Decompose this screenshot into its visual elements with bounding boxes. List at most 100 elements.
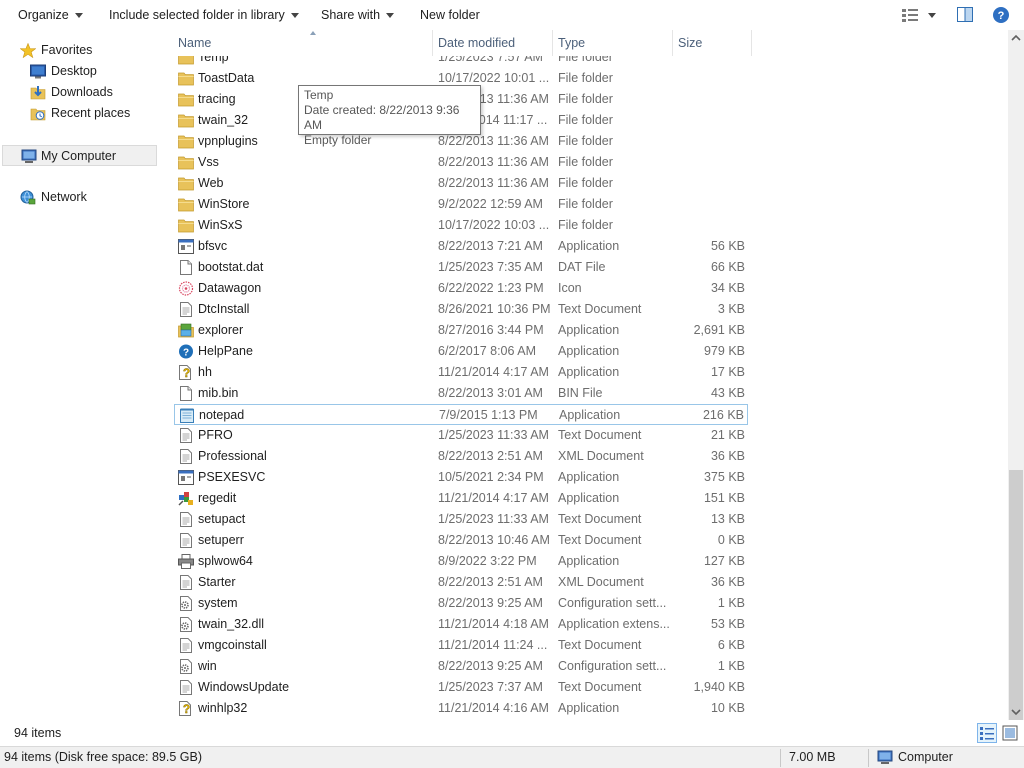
nav-downloads[interactable]: Downloads xyxy=(0,82,150,103)
nav-my-computer[interactable]: My Computer xyxy=(2,145,157,166)
file-size: 10 KB xyxy=(710,701,745,715)
file-date: 11/21/2014 4:18 AM xyxy=(438,617,549,631)
file-name: Vss xyxy=(198,155,219,169)
new-folder-label: New folder xyxy=(420,8,480,22)
file-row[interactable]: Vss 8/22/2013 11:36 AM File folder xyxy=(174,152,748,173)
help-icon: ? xyxy=(993,7,1009,23)
notepad-icon xyxy=(179,408,195,423)
include-in-library-button[interactable]: Include selected folder in library xyxy=(109,0,299,30)
svg-text:?: ? xyxy=(183,702,190,716)
column-header-size[interactable]: Size xyxy=(673,30,752,56)
nav-desktop[interactable]: Desktop xyxy=(0,61,150,82)
file-name: tracing xyxy=(198,92,236,106)
nav-recent-places[interactable]: Recent places xyxy=(0,103,150,124)
folder-icon xyxy=(178,176,194,191)
file-row[interactable]: mib.bin 8/22/2013 3:01 AM BIN File 43 KB xyxy=(174,383,748,404)
file-type: XML Document xyxy=(558,575,644,589)
file-row[interactable]: system 8/22/2013 9:25 AM Configuration set… xyxy=(174,593,748,614)
file-icon xyxy=(178,260,194,275)
file-row[interactable]: win 8/22/2013 9:25 AM Configuration sett..… xyxy=(174,656,748,677)
file-row[interactable]: setupact 1/25/2023 11:33 AM Text Document 1… xyxy=(174,509,748,530)
file-row[interactable]: PFRO 1/25/2023 11:33 AM Text Document 21 KB xyxy=(174,425,748,446)
recent-places-icon xyxy=(30,108,46,121)
svg-text:?: ? xyxy=(183,366,190,380)
file-size: 43 KB xyxy=(710,386,745,400)
text-icon xyxy=(178,512,194,527)
nav-recent-label: Recent places xyxy=(51,106,131,120)
file-date: 8/9/2022 3:22 PM xyxy=(438,554,537,568)
file-name: WinStore xyxy=(198,197,250,211)
file-type: Application xyxy=(558,554,620,568)
file-row[interactable]: PSEXESVC 10/5/2021 2:34 PM Application 375 … xyxy=(174,467,748,488)
explorer-icon xyxy=(178,323,194,338)
item-count: 94 items xyxy=(14,726,62,740)
file-row[interactable]: WinSxS 10/17/2022 10:03 ... File folder xyxy=(174,215,748,236)
file-date: 11/21/2014 4:17 AM xyxy=(438,491,549,505)
file-name: bootstat.dat xyxy=(198,260,264,274)
help-button[interactable]: ? xyxy=(992,6,1010,24)
file-row[interactable]: Web 8/22/2013 11:36 AM File folder xyxy=(174,173,748,194)
nav-network[interactable]: Network xyxy=(0,187,150,208)
file-name: setuperr xyxy=(198,533,244,547)
file-row[interactable]: ? HelpPane 6/2/2017 8:06 AM Application 979 … xyxy=(174,341,748,362)
file-row[interactable]: DtcInstall 8/26/2021 10:36 PM Text Documen… xyxy=(174,299,748,320)
file-name: ToastData xyxy=(198,71,255,85)
svg-text:?: ? xyxy=(998,10,1005,22)
file-row[interactable]: explorer 8/27/2016 3:44 PM Application 2,69… xyxy=(174,320,748,341)
change-view-button[interactable] xyxy=(900,6,940,24)
organize-button[interactable]: Organize xyxy=(18,0,83,30)
scrollbar-thumb[interactable] xyxy=(1009,470,1023,722)
file-size: 34 KB xyxy=(710,281,745,295)
downloads-icon xyxy=(30,86,46,100)
large-icons-view-button[interactable] xyxy=(1000,723,1020,743)
file-row[interactable]: Starter 8/22/2013 2:51 AM XML Document 36 K… xyxy=(174,572,748,593)
column-header-date[interactable]: Date modified xyxy=(433,30,553,56)
file-row[interactable]: bfsvc 8/22/2013 7:21 AM Application 56 KB xyxy=(174,236,748,257)
svg-text:?: ? xyxy=(183,348,189,359)
share-with-button[interactable]: Share with xyxy=(321,0,395,30)
file-size: 66 KB xyxy=(710,260,745,274)
file-row[interactable]: setuperr 8/22/2013 10:46 AM Text Document 0… xyxy=(174,530,748,551)
chevron-down-icon xyxy=(386,13,395,19)
file-name: notepad xyxy=(199,408,245,422)
vertical-scrollbar[interactable] xyxy=(1008,30,1024,722)
file-row[interactable]: Datawagon 6/22/2022 1:23 PM Icon 34 KB xyxy=(174,278,748,299)
file-row[interactable]: Professional 8/22/2013 2:51 AM XML Documen… xyxy=(174,446,748,467)
file-row[interactable]: WinStore 9/2/2022 12:59 AM File folder xyxy=(174,194,748,215)
nav-favorites[interactable]: Favorites xyxy=(0,40,150,61)
file-date: 11/21/2014 11:24 ... xyxy=(438,638,548,652)
file-row[interactable]: regedit 11/21/2014 4:17 AM Application 151 … xyxy=(174,488,748,509)
file-row[interactable]: ? hh 11/21/2014 4:17 AM Application 17 KB xyxy=(174,362,748,383)
file-row[interactable]: notepad 7/9/2015 1:13 PM Application 216 KB xyxy=(174,404,748,425)
file-size: 375 KB xyxy=(703,470,745,484)
file-row[interactable]: WindowsUpdate 1/25/2023 7:37 AM Text Docum… xyxy=(174,677,748,698)
config-icon xyxy=(178,596,194,611)
column-size-label: Size xyxy=(678,36,703,50)
network-icon xyxy=(20,190,36,205)
new-folder-button[interactable]: New folder xyxy=(420,0,480,30)
file-date: 8/22/2013 3:01 AM xyxy=(438,386,543,400)
details-view-button[interactable] xyxy=(977,723,997,743)
column-header-name[interactable]: Name xyxy=(173,30,433,56)
file-name: bfsvc xyxy=(198,239,228,253)
file-row[interactable]: twain_32.dll 11/21/2014 4:18 AM Applicatio… xyxy=(174,614,748,635)
preview-pane-button[interactable] xyxy=(956,6,974,24)
file-type: Application xyxy=(559,408,621,422)
text-icon xyxy=(178,533,194,548)
file-type: Text Document xyxy=(558,512,642,526)
file-row[interactable]: splwow64 8/9/2022 3:22 PM Application 127 K… xyxy=(174,551,748,572)
column-header-type[interactable]: Type xyxy=(553,30,673,56)
file-name: hh xyxy=(198,365,212,379)
file-row[interactable]: vmgcoinstall 11/21/2014 11:24 ... Text Doc… xyxy=(174,635,748,656)
file-size: 17 KB xyxy=(710,365,745,379)
preview-pane-icon xyxy=(957,7,973,22)
status-size: 7.00 MB xyxy=(789,750,836,764)
scroll-down-icon[interactable] xyxy=(1008,704,1024,720)
file-date: 8/22/2013 7:21 AM xyxy=(438,239,543,253)
printer-icon xyxy=(178,554,194,569)
file-row[interactable]: bootstat.dat 1/25/2023 7:35 AM DAT File 66 … xyxy=(174,257,748,278)
scroll-up-icon[interactable] xyxy=(1008,30,1024,46)
share-label: Share with xyxy=(321,8,381,22)
file-size: 2,691 KB xyxy=(693,323,745,337)
file-row[interactable]: ? winhlp32 11/21/2014 4:16 AM Application 10… xyxy=(174,698,748,719)
